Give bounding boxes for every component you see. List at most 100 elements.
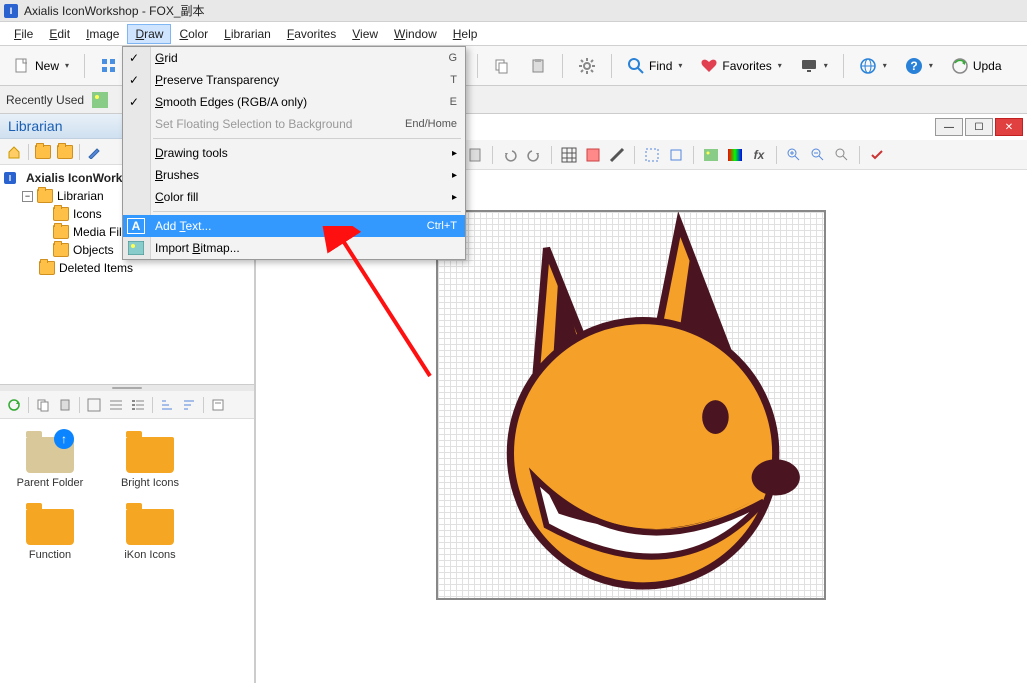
menu-item-import-bitmap[interactable]: Import Bitmap... bbox=[123, 237, 465, 259]
dropdown-arrow-icon: ▾ bbox=[678, 61, 682, 70]
select-all-button[interactable] bbox=[641, 144, 663, 166]
sort-desc-button[interactable] bbox=[179, 395, 199, 415]
folder-icon bbox=[39, 261, 55, 275]
fx-button[interactable]: fx bbox=[748, 144, 770, 166]
copy-button[interactable] bbox=[33, 395, 53, 415]
new-document-icon bbox=[13, 57, 31, 75]
menu-file[interactable]: File bbox=[6, 24, 41, 44]
dropdown-arrow-icon: ▾ bbox=[824, 61, 828, 70]
folder-open-button[interactable] bbox=[33, 142, 53, 162]
grid-toggle-button[interactable] bbox=[558, 144, 580, 166]
file-label: Parent Folder bbox=[17, 477, 84, 489]
paste-button[interactable] bbox=[522, 51, 554, 81]
browser-toolbar bbox=[0, 391, 254, 419]
screen-button[interactable]: ▾ bbox=[793, 51, 835, 81]
menu-item-add-text[interactable]: AAdd Text...Ctrl+T bbox=[123, 215, 465, 237]
globe-icon bbox=[859, 57, 877, 75]
menu-image[interactable]: Image bbox=[78, 24, 127, 44]
menu-shortcut: G bbox=[448, 52, 457, 64]
web-button[interactable]: ▾ bbox=[852, 51, 894, 81]
menu-item-label: Preserve Transparency bbox=[155, 73, 279, 87]
dropdown-arrow-icon: ▾ bbox=[65, 61, 69, 70]
update-button[interactable]: Upda bbox=[944, 51, 1009, 81]
help-button[interactable]: ?▾ bbox=[898, 51, 940, 81]
home-button[interactable] bbox=[4, 142, 24, 162]
pixel-canvas[interactable] bbox=[436, 210, 826, 600]
tree-node[interactable]: Deleted Items bbox=[4, 259, 250, 277]
smooth-button[interactable] bbox=[606, 144, 628, 166]
file-label: Function bbox=[29, 549, 71, 561]
undo-button[interactable] bbox=[499, 144, 521, 166]
transparency-button[interactable] bbox=[582, 144, 604, 166]
file-item[interactable]: Bright Icons bbox=[110, 429, 190, 489]
menu-librarian[interactable]: Librarian bbox=[216, 24, 279, 44]
crop-button[interactable] bbox=[665, 144, 687, 166]
clipboard-button[interactable] bbox=[464, 144, 486, 166]
fox-artwork bbox=[438, 212, 824, 598]
favorites-label: Favorites bbox=[722, 59, 771, 73]
menu-window[interactable]: Window bbox=[386, 24, 445, 44]
submenu-arrow-icon: ▸ bbox=[452, 148, 457, 159]
app-icon: I bbox=[4, 172, 16, 184]
menu-help[interactable]: Help bbox=[445, 24, 486, 44]
menu-color[interactable]: Color bbox=[171, 24, 216, 44]
menu-item-label: Smooth Edges (RGB/A only) bbox=[155, 95, 307, 109]
folder-add-button[interactable] bbox=[55, 142, 75, 162]
image-button[interactable] bbox=[700, 144, 722, 166]
menu-item-grid[interactable]: ✓GridG bbox=[123, 47, 465, 69]
view-details-button[interactable] bbox=[128, 395, 148, 415]
sort-asc-button[interactable] bbox=[157, 395, 177, 415]
zoom-fit-button[interactable] bbox=[831, 144, 853, 166]
file-item[interactable]: Function bbox=[10, 501, 90, 561]
find-button[interactable]: Find ▾ bbox=[620, 51, 689, 81]
recent-thumb-1[interactable] bbox=[90, 90, 110, 110]
folder-icon bbox=[22, 501, 78, 545]
parent-folder-icon: ↑ bbox=[22, 429, 78, 473]
recently-used-label[interactable]: Recently Used bbox=[6, 93, 84, 107]
document-window-controls: — ☐ ✕ bbox=[935, 118, 1023, 136]
menu-favorites[interactable]: Favorites bbox=[279, 24, 344, 44]
favorites-button[interactable]: Favorites ▾ bbox=[693, 51, 788, 81]
menu-draw[interactable]: Draw bbox=[127, 24, 171, 44]
paste-button[interactable] bbox=[55, 395, 75, 415]
copy-icon bbox=[493, 57, 511, 75]
redo-button[interactable] bbox=[523, 144, 545, 166]
help-icon: ? bbox=[905, 57, 923, 75]
dropdown-arrow-icon: ▾ bbox=[929, 61, 933, 70]
properties-button[interactable] bbox=[208, 395, 228, 415]
file-item[interactable]: ↑ Parent Folder bbox=[10, 429, 90, 489]
tree-expander[interactable]: − bbox=[22, 191, 33, 202]
menu-item-preserve-transparency[interactable]: ✓Preserve TransparencyT bbox=[123, 69, 465, 91]
search-icon bbox=[627, 57, 645, 75]
settings-button[interactable] bbox=[571, 51, 603, 81]
folder-icon bbox=[53, 225, 69, 239]
folder-icon bbox=[122, 429, 178, 473]
gradient-button[interactable] bbox=[724, 144, 746, 166]
edit-button[interactable] bbox=[84, 142, 104, 162]
close-button[interactable]: ✕ bbox=[995, 118, 1023, 136]
menu-item-color-fill[interactable]: Color fill▸ bbox=[123, 186, 465, 208]
new-button[interactable]: New ▾ bbox=[6, 51, 76, 81]
copy-button[interactable] bbox=[486, 51, 518, 81]
menu-item-label: Color fill bbox=[155, 190, 198, 204]
menu-item-label: Brushes bbox=[155, 168, 199, 182]
zoom-out-button[interactable] bbox=[807, 144, 829, 166]
view-large-button[interactable] bbox=[84, 395, 104, 415]
menu-edit[interactable]: Edit bbox=[41, 24, 78, 44]
refresh-button[interactable] bbox=[4, 395, 24, 415]
file-item[interactable]: iKon Icons bbox=[110, 501, 190, 561]
view-list-button[interactable] bbox=[106, 395, 126, 415]
menu-item-smooth-edges-rgb-a-only[interactable]: ✓Smooth Edges (RGB/A only)E bbox=[123, 91, 465, 113]
menu-separator bbox=[153, 138, 461, 139]
zoom-in-button[interactable] bbox=[783, 144, 805, 166]
menu-item-drawing-tools[interactable]: Drawing tools▸ bbox=[123, 142, 465, 164]
menu-view[interactable]: View bbox=[344, 24, 386, 44]
check-icon: ✓ bbox=[129, 51, 139, 65]
menu-item-brushes[interactable]: Brushes▸ bbox=[123, 164, 465, 186]
text-icon: A bbox=[127, 218, 145, 234]
minimize-button[interactable]: — bbox=[935, 118, 963, 136]
check-button[interactable] bbox=[866, 144, 888, 166]
maximize-button[interactable]: ☐ bbox=[965, 118, 993, 136]
image-icon bbox=[127, 240, 145, 256]
app-icon: I bbox=[4, 4, 18, 18]
